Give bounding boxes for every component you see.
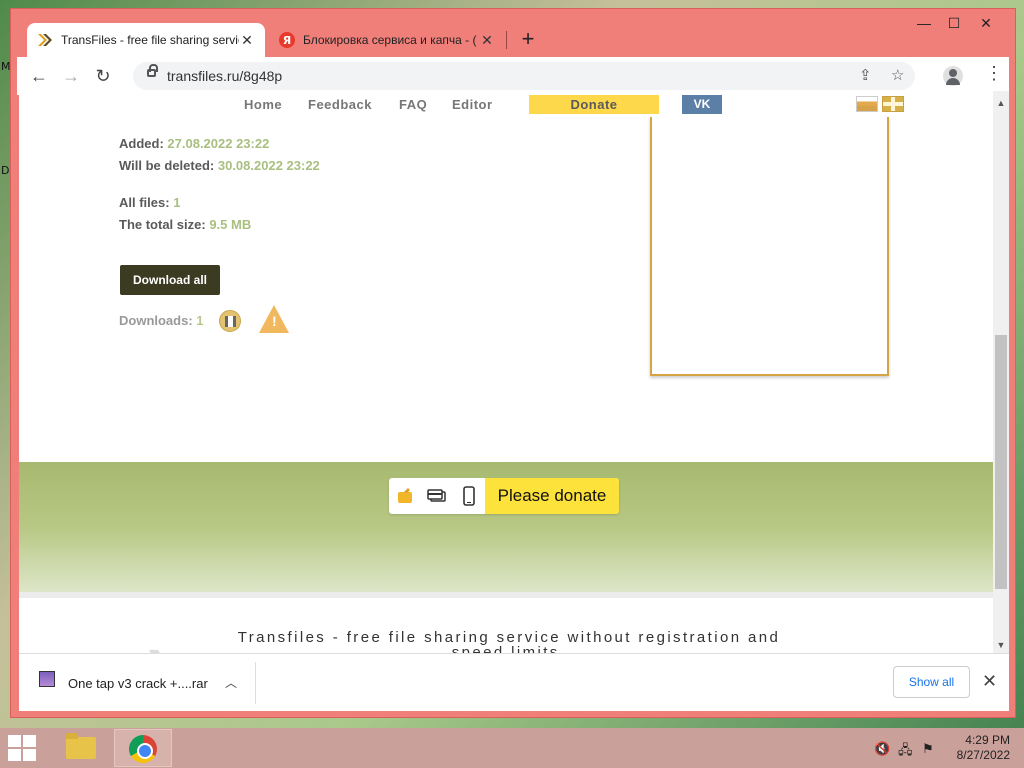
maximize-icon[interactable]: ☐ <box>939 11 969 35</box>
show-all-button[interactable]: Show all <box>893 666 970 698</box>
donate-band: Please donate <box>19 462 993 592</box>
close-window-icon[interactable]: ✕ <box>971 11 1001 35</box>
vk-link-button[interactable]: VK <box>682 95 722 114</box>
files-value: 1 <box>173 195 181 210</box>
new-tab-icon[interactable]: + <box>516 26 540 52</box>
downloads-label: Downloads: <box>119 313 193 328</box>
size-row: The total size: 9.5 MB <box>119 217 251 232</box>
tab-strip: TransFiles - free file sharing servic ✕ … <box>11 9 1015 57</box>
close-shelf-icon[interactable]: ✕ <box>982 671 997 692</box>
browser-toolbar: ← → ↻ transfiles.ru/8g48p ⇪ ☆ ⋮ <box>17 57 1009 95</box>
network-icon[interactable]: 🖧 <box>898 741 913 763</box>
rar-file-icon[interactable] <box>39 671 55 687</box>
windows-start-icon[interactable] <box>8 735 38 761</box>
please-donate-text[interactable]: Please donate <box>485 478 619 514</box>
yandex-favicon-icon: Я <box>279 32 295 48</box>
warning-exclamation-icon: ! <box>272 313 277 329</box>
file-explorer-icon[interactable] <box>52 729 110 767</box>
profile-avatar-icon[interactable] <box>943 66 963 86</box>
nav-editor[interactable]: Editor <box>452 97 493 112</box>
download-file-name[interactable]: One tap v3 crack +....rar <box>68 676 208 691</box>
size-label: The total size: <box>119 217 206 232</box>
files-label: All files: <box>119 195 170 210</box>
menu-kebab-icon[interactable]: ⋮ <box>985 63 1003 84</box>
tab-title: TransFiles - free file sharing servic <box>61 33 239 47</box>
download-all-button[interactable]: Download all <box>120 265 220 295</box>
volume-muted-icon[interactable]: 🔇 <box>874 741 890 757</box>
english-flag-icon[interactable] <box>882 96 904 112</box>
deleted-label: Will be deleted: <box>119 158 215 173</box>
action-center-icon[interactable]: ⚑ <box>922 741 934 757</box>
shelf-divider <box>255 662 256 704</box>
reload-icon[interactable]: ↻ <box>91 64 115 88</box>
site-navigation: Home Feedback FAQ Editor Donate VK <box>19 91 993 117</box>
wallet-icon <box>389 478 421 514</box>
taskbar: 🔇 🖧 ⚑ 4:29 PM 8/27/2022 <box>0 728 1024 768</box>
desktop-icon-label[interactable]: D <box>1 164 9 177</box>
nav-feedback[interactable]: Feedback <box>308 97 372 112</box>
tab-yandex[interactable]: Я Блокировка сервиса и капча - ( ✕ <box>269 23 505 57</box>
added-label: Added: <box>119 136 164 151</box>
chrome-taskbar-icon[interactable] <box>114 729 172 767</box>
transfiles-logo-icon: ›› <box>147 628 165 653</box>
downloads-count: Downloads: 1 <box>119 313 204 328</box>
clock-time: 4:29 PM <box>965 733 1010 747</box>
footer-tagline: Transfiles - free file sharing service w… <box>237 629 781 653</box>
address-bar[interactable]: transfiles.ru/8g48p ⇪ ☆ <box>133 62 915 90</box>
added-value: 27.08.2022 23:22 <box>167 136 270 151</box>
added-row: Added: 27.08.2022 23:22 <box>119 136 269 151</box>
downloads-value: 1 <box>196 313 204 328</box>
deleted-value: 30.08.2022 23:22 <box>217 158 320 173</box>
scroll-down-icon[interactable]: ▼ <box>993 637 1009 653</box>
forward-icon[interactable]: → <box>59 64 83 88</box>
scroll-thumb[interactable] <box>995 335 1007 589</box>
page-scrollbar[interactable]: ▲ ▼ <box>993 91 1009 653</box>
deleted-row: Will be deleted: 30.08.2022 23:22 <box>119 158 320 173</box>
browser-window: TransFiles - free file sharing servic ✕ … <box>10 8 1016 718</box>
share-icon[interactable]: ⇪ <box>859 66 872 84</box>
size-value: 9.5 MB <box>209 217 252 232</box>
tab-transfiles[interactable]: TransFiles - free file sharing servic ✕ <box>27 23 265 57</box>
close-tab-icon[interactable]: ✕ <box>479 32 495 49</box>
files-row: All files: 1 <box>119 195 180 210</box>
scroll-up-icon[interactable]: ▲ <box>993 95 1009 111</box>
qr-code-icon[interactable] <box>219 310 241 332</box>
clock-date: 8/27/2022 <box>956 748 1010 762</box>
taskbar-clock[interactable]: 4:29 PM 8/27/2022 <box>946 733 1010 763</box>
transfiles-favicon-icon <box>37 32 53 48</box>
lock-icon[interactable] <box>147 64 158 77</box>
card-icon <box>421 478 453 514</box>
tab-separator <box>506 31 507 49</box>
donate-banner[interactable]: Please donate <box>389 478 619 514</box>
chevron-up-icon[interactable]: ︿ <box>225 674 237 691</box>
svg-text:Я: Я <box>283 34 291 47</box>
ad-box <box>650 117 889 376</box>
russian-flag-icon[interactable] <box>856 96 878 112</box>
back-icon[interactable]: ← <box>27 64 51 88</box>
minimize-icon[interactable]: — <box>909 11 939 35</box>
download-shelf: One tap v3 crack +....rar ︿ Show all ✕ <box>19 653 1009 711</box>
bookmark-star-icon[interactable]: ☆ <box>891 66 904 84</box>
nav-home[interactable]: Home <box>244 97 282 112</box>
phone-icon <box>453 478 485 514</box>
tab-title: Блокировка сервиса и капча - ( <box>303 33 477 47</box>
nav-donate-button[interactable]: Donate <box>529 95 659 114</box>
nav-faq[interactable]: FAQ <box>399 97 427 112</box>
close-tab-icon[interactable]: ✕ <box>239 32 255 49</box>
footer-divider <box>19 592 993 598</box>
url-text[interactable]: transfiles.ru/8g48p <box>167 68 282 84</box>
page-viewport: Home Feedback FAQ Editor Donate VK Added… <box>19 91 1009 653</box>
